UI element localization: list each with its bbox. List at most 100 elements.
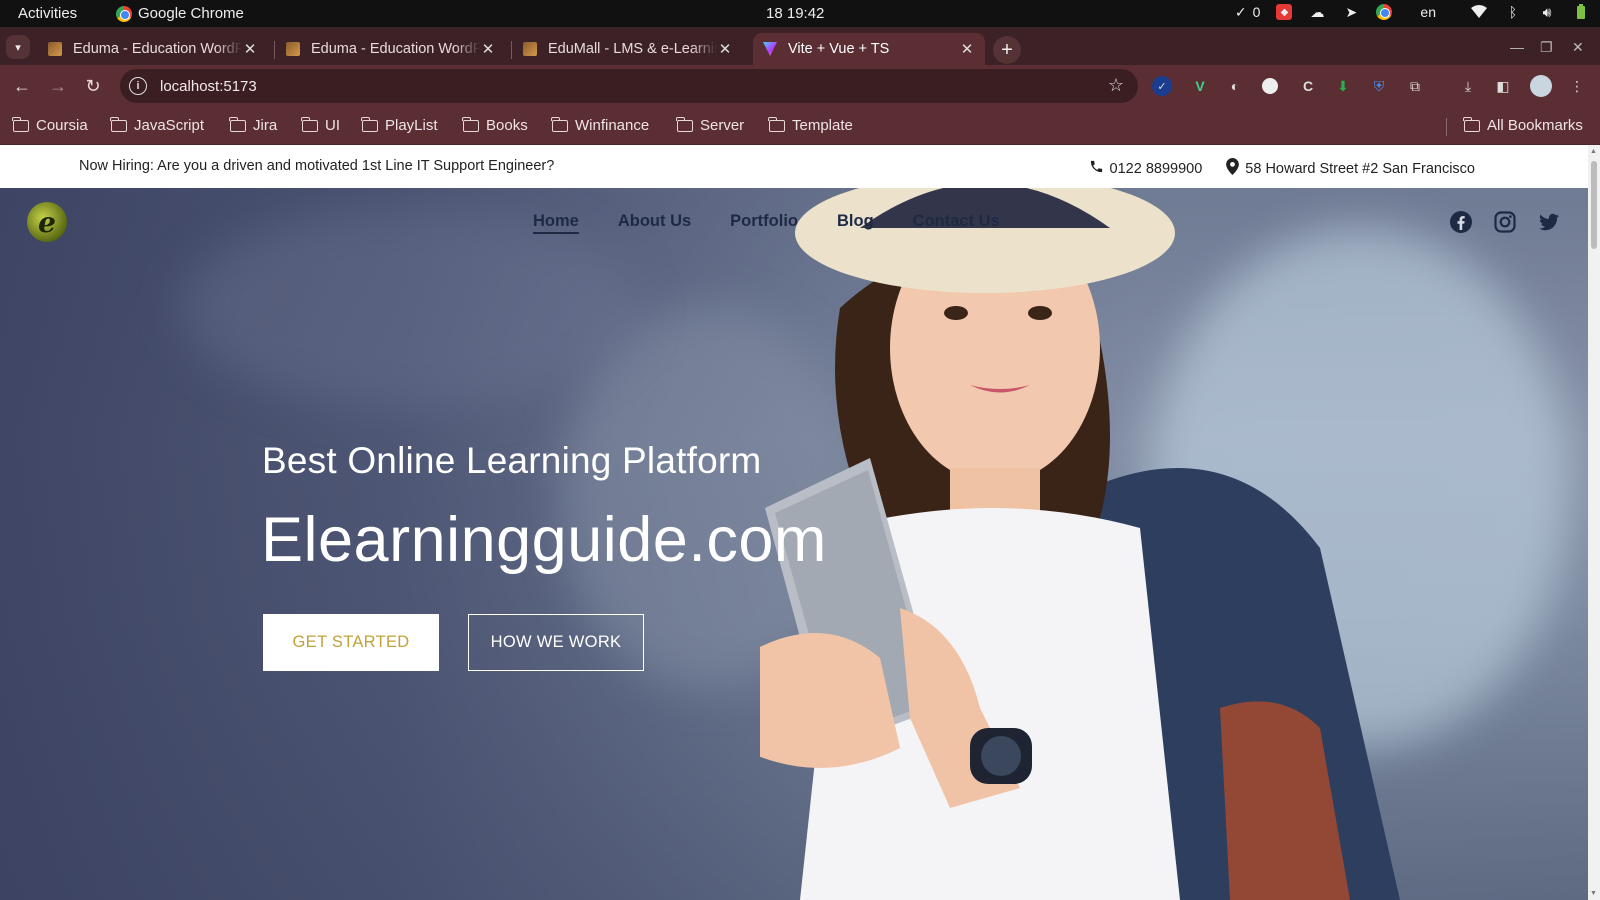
vite-favicon-icon [763, 42, 777, 56]
background-blur [180, 208, 640, 408]
activities-button[interactable]: Activities [18, 5, 77, 22]
bookmark-folder-jira[interactable]: Jira [229, 116, 278, 134]
nav-about-us[interactable]: About Us [618, 212, 691, 234]
system-top-bar: Activities Google Chrome 18 19:42 ✓ 0 ◆ … [0, 0, 1600, 27]
tab-title: Eduma - Education WordPress [311, 41, 480, 57]
downloads-icon[interactable]: ⤓ [1458, 76, 1478, 96]
menu-kebab-icon[interactable]: ⋮ [1567, 76, 1587, 96]
dark-reader-icon[interactable]: ◐ [1225, 76, 1245, 96]
tab-eduma-2[interactable]: Eduma - Education WordPress ✕ [276, 33, 506, 65]
battery-icon[interactable] [1572, 3, 1590, 21]
close-tab-icon[interactable]: ✕ [480, 40, 496, 58]
side-panel-icon[interactable]: ◧ [1493, 76, 1513, 96]
address: 58 Howard Street #2 San Francisco [1245, 160, 1475, 177]
folder-icon [1463, 116, 1480, 132]
nav-home[interactable]: Home [533, 212, 579, 234]
shield-icon[interactable]: ⛨ [1369, 76, 1389, 96]
nav-portfolio[interactable]: Portfolio [730, 212, 798, 234]
vue-devtools-icon[interactable]: V [1190, 76, 1210, 96]
clock[interactable]: 18 19:42 [766, 5, 824, 22]
restore-icon[interactable]: ❐ [1540, 39, 1553, 56]
bookmark-folder-ui[interactable]: UI [301, 116, 340, 134]
tab-edumall[interactable]: EduMall - LMS & e-Learning ✕ [513, 33, 743, 65]
bookmark-star-icon[interactable]: ☆ [1108, 75, 1124, 96]
bookmark-folder-coursia[interactable]: Coursia [12, 116, 88, 134]
extension-circle-icon[interactable] [1262, 78, 1278, 94]
hero-subtitle: Best Online Learning Platform [262, 440, 762, 481]
folder-icon [12, 116, 29, 132]
instagram-icon[interactable] [1493, 210, 1517, 234]
bookmark-folder-books[interactable]: Books [462, 116, 528, 134]
bookmark-folder-javascript[interactable]: JavaScript [110, 116, 205, 134]
scroll-up-icon[interactable]: ▲ [1590, 148, 1597, 155]
volume-icon[interactable]: 🔊︎ [1538, 3, 1556, 21]
tab-eduma-1[interactable]: Eduma - Education WordPress ✕ [38, 33, 268, 65]
close-tab-icon[interactable]: ✕ [242, 40, 258, 58]
all-bookmarks-button[interactable]: All Bookmarks [1463, 116, 1583, 134]
arrow-right-icon: → [49, 75, 67, 96]
bookmark-label: Winfinance [575, 117, 650, 134]
scrollbar-thumb[interactable] [1591, 161, 1597, 249]
get-started-button[interactable]: GET STARTED [263, 614, 439, 671]
folder-icon [229, 116, 246, 132]
site-logo[interactable]: e [27, 202, 67, 242]
profile-avatar[interactable] [1530, 75, 1552, 97]
main-nav: Home About Us Portfolio Blog Contact Us [533, 212, 1000, 234]
tab-divider [274, 41, 275, 59]
anydesk-icon[interactable]: ◆ [1276, 4, 1293, 20]
bookmark-label: Coursia [36, 117, 88, 134]
bookmark-label: All Bookmarks [1487, 117, 1583, 134]
close-tab-icon[interactable]: ✕ [717, 40, 733, 58]
folder-icon [361, 116, 378, 132]
facebook-icon[interactable] [1449, 210, 1473, 234]
css-extension-icon[interactable]: C [1298, 76, 1318, 96]
page-scrollbar[interactable]: ▲ ▼ [1588, 145, 1600, 900]
download-manager-icon[interactable]: ⬇ [1333, 76, 1353, 96]
bookmarks-bar: Coursia JavaScript Jira UI PlayList Book… [0, 107, 1600, 145]
close-window-icon[interactable]: ✕ [1572, 39, 1584, 56]
folder-icon [301, 116, 318, 132]
chrome-tray-icon[interactable] [1376, 4, 1393, 20]
bookmark-folder-server[interactable]: Server [676, 116, 745, 134]
scroll-down-icon[interactable]: ▼ [1590, 890, 1597, 897]
phone-number[interactable]: 0122 8899900 [1110, 161, 1203, 177]
bookmark-folder-template[interactable]: Template [768, 116, 853, 134]
close-tab-icon[interactable]: ✕ [959, 40, 975, 58]
checkmark-extension-icon[interactable]: ✓ [1152, 76, 1172, 96]
tab-search-button[interactable]: ▾ [6, 35, 30, 59]
nav-blog[interactable]: Blog [837, 212, 874, 234]
bookmark-folder-playlist[interactable]: PlayList [361, 116, 438, 134]
bookmark-label: JavaScript [134, 117, 205, 134]
hero-section: e Home About Us Portfolio Blog Contact U… [0, 188, 1588, 900]
bookmark-folder-winfinance[interactable]: Winfinance [551, 116, 650, 134]
check-indicator[interactable]: ✓ 0 [1235, 4, 1261, 21]
bluetooth-icon[interactable]: ᛒ [1504, 3, 1522, 21]
app-name: Google Chrome [138, 5, 244, 22]
cloud-icon[interactable]: ☁ [1308, 3, 1326, 21]
back-button[interactable]: ← [9, 73, 35, 99]
address-bar[interactable]: i localhost:5173 ☆ [120, 69, 1138, 103]
site-info-icon[interactable]: i [129, 77, 147, 95]
extensions-puzzle-icon[interactable]: ⧉ [1405, 76, 1425, 96]
nav-contact-us[interactable]: Contact Us [913, 212, 1000, 234]
telegram-icon[interactable]: ➤ [1342, 3, 1360, 21]
chevron-down-icon: ▾ [15, 41, 21, 54]
twitter-icon[interactable] [1537, 210, 1561, 234]
bookmark-label: Jira [253, 117, 278, 134]
tab-vite-vue-ts[interactable]: Vite + Vue + TS ✕ [753, 33, 985, 65]
minimize-icon[interactable]: — [1510, 39, 1524, 55]
language-indicator[interactable]: en [1420, 4, 1436, 20]
contact-info: 0122 8899900 58 Howard Street #2 San Fra… [1089, 158, 1475, 179]
how-we-work-button[interactable]: HOW WE WORK [468, 614, 644, 671]
folder-icon [676, 116, 693, 132]
app-menu[interactable]: Google Chrome [116, 5, 244, 22]
top-info-bar: Now Hiring: Are you a driven and motivat… [0, 145, 1588, 188]
url-text[interactable]: localhost:5173 [160, 78, 257, 95]
phone-icon [1089, 159, 1104, 178]
reload-button[interactable]: ↻ [80, 73, 106, 99]
wifi-icon[interactable] [1470, 3, 1488, 21]
new-tab-button[interactable]: + [993, 36, 1021, 64]
tab-strip: ▾ Eduma - Education WordPress ✕ Eduma - … [0, 27, 1600, 65]
forward-button[interactable]: → [45, 73, 71, 99]
bookmark-label: Server [700, 117, 745, 134]
